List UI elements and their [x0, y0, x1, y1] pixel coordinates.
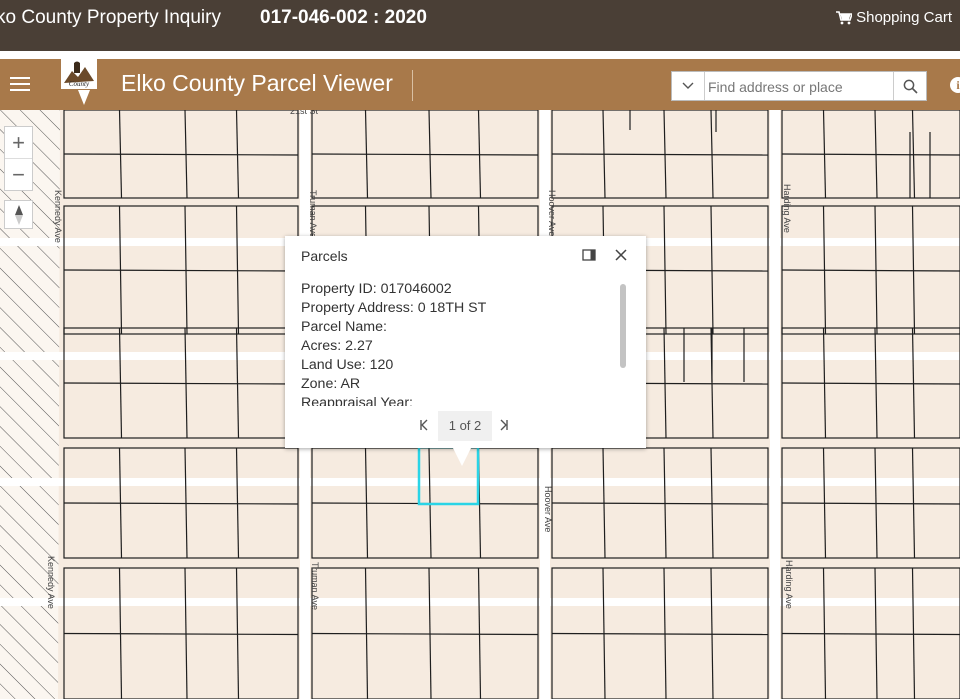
parcel-name-field: Parcel Name: — [301, 319, 387, 335]
zoom-controls: + − — [4, 126, 33, 191]
road-horizontal — [0, 598, 960, 606]
chevron-down-icon — [682, 82, 694, 89]
parcel-year-label: 017-046-002 : 2020 — [260, 7, 427, 28]
land-use-field: Land Use: 120 — [301, 357, 394, 373]
acres-field: Acres: 2.27 — [301, 338, 373, 354]
popup-content: Property ID: 017046002 Property Address:… — [301, 280, 613, 406]
search-source-dropdown[interactable] — [672, 72, 705, 100]
close-icon[interactable] — [613, 247, 629, 263]
search-icon — [903, 79, 918, 94]
street-label-harding-bottom: Harding Ave — [784, 560, 794, 609]
app-title: Elko County Parcel Viewer — [121, 70, 393, 96]
next-feature-icon[interactable] — [498, 417, 510, 433]
street-label-hoover-bottom: Hoover Ave — [543, 486, 553, 532]
street-label-kennedy-bottom: Kennedy Ave — [46, 556, 56, 609]
zoom-in-button[interactable]: + — [5, 127, 32, 158]
compass-button[interactable] — [4, 200, 33, 229]
dock-icon[interactable] — [582, 248, 597, 263]
shopping-cart-label: Shopping Cart — [856, 9, 952, 26]
street-label-truman-top: Truman Ave — [308, 190, 318, 238]
svg-text:County: County — [69, 80, 90, 88]
street-label-hoover-top: Hoover Ave — [547, 190, 557, 236]
search-button[interactable] — [893, 72, 926, 100]
hatched-area — [0, 110, 60, 699]
street-label-harding-top: Harding Ave — [782, 184, 792, 233]
cart-icon — [836, 10, 853, 24]
street-label-kennedy-top: Kennedy Ave — [53, 190, 63, 243]
popup-title: Parcels — [301, 248, 348, 264]
road-vertical — [770, 110, 780, 699]
reappraisal-year-field: Reappraisal Year: — [301, 395, 414, 406]
header-divider — [412, 70, 413, 101]
zoom-out-button[interactable]: − — [5, 158, 32, 190]
property-id-field: Property ID: 017046002 — [301, 281, 452, 297]
top-bar: ko County Property Inquiry 017-046-002 :… — [0, 0, 960, 51]
scrollbar-thumb[interactable] — [620, 284, 626, 368]
shopping-cart-link[interactable]: Shopping Cart — [836, 9, 952, 26]
header-spacer — [0, 51, 960, 59]
app-header: County Elko County Parcel Viewer i — [0, 59, 960, 110]
info-icon[interactable]: i — [950, 77, 960, 93]
search-box — [671, 71, 927, 101]
compass-icon — [14, 204, 23, 225]
popup-pointer — [453, 448, 471, 466]
site-title: ko County Property Inquiry — [0, 7, 221, 28]
road-horizontal — [0, 478, 960, 486]
feature-pager: 1 of 2 — [438, 411, 492, 441]
county-logo: County — [61, 59, 97, 105]
hamburger-menu-icon[interactable] — [10, 73, 30, 95]
parcel-popup: Parcels Property ID: 017046002 Property … — [285, 236, 646, 466]
zone-field: Zone: AR — [301, 376, 361, 392]
street-label-truman-bottom: Truman Ave — [310, 562, 320, 610]
popup-navigation: 1 of 2 — [285, 410, 646, 442]
property-address-field: Property Address: 0 18TH ST — [301, 300, 487, 316]
popup-scrollbar[interactable] — [619, 282, 627, 406]
street-label-21st: 21st St — [290, 110, 319, 116]
search-input[interactable] — [706, 75, 896, 99]
previous-feature-icon[interactable] — [418, 417, 430, 433]
